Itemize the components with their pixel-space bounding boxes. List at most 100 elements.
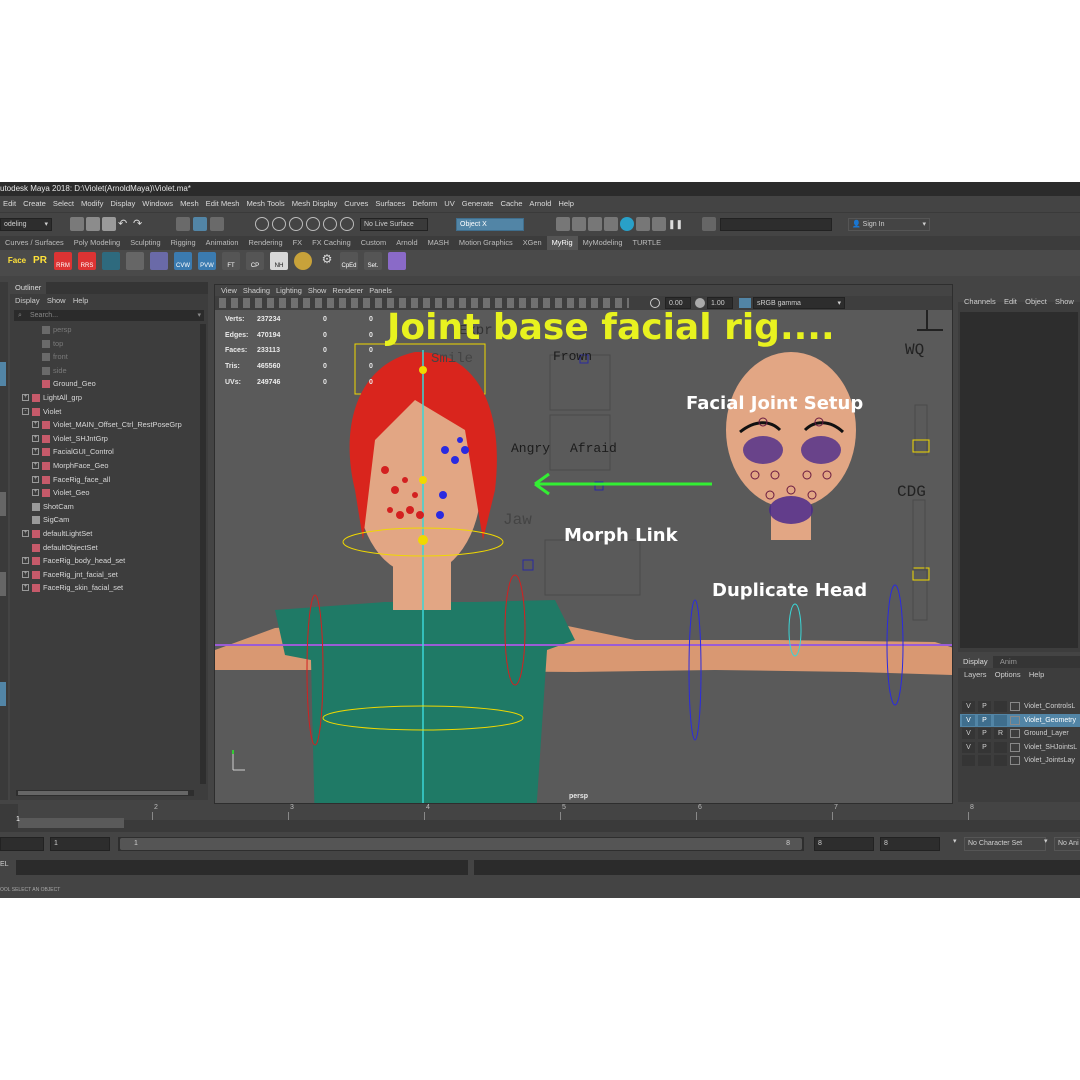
redo-icon[interactable]: ↷ [133, 217, 147, 231]
layer-r-toggle[interactable] [994, 755, 1007, 766]
shelf-tab-motion-graphics[interactable]: Motion Graphics [454, 236, 518, 250]
layers-menu-layers[interactable]: Layers [964, 670, 987, 679]
home-icon[interactable] [102, 252, 120, 270]
outliner-item[interactable]: top [10, 337, 208, 351]
playback-end-field[interactable]: 8 [814, 837, 874, 851]
rrm-shelf-button[interactable]: RRM [54, 252, 72, 270]
channels-menu-object[interactable]: Object [1025, 297, 1047, 306]
layers-menu-help[interactable]: Help [1029, 670, 1044, 679]
shelf-tab-custom[interactable]: Custom [356, 236, 391, 250]
layout-preset-icon[interactable] [0, 572, 6, 596]
shelf-tab-curves-surfaces[interactable]: Curves / Surfaces [0, 236, 69, 250]
outliner-item[interactable]: + defaultLightSet [10, 527, 208, 541]
expand-icon[interactable]: + [22, 393, 29, 401]
chevron-down-icon[interactable]: ▾ [1044, 837, 1048, 845]
expand-icon[interactable]: + [22, 570, 29, 578]
pr-shelf-button[interactable]: PR [30, 252, 50, 270]
paint-weights-icon[interactable] [388, 252, 406, 270]
layer-row[interactable]: V P Violet_ControlsL [960, 700, 1080, 714]
outliner-item[interactable]: + FaceRig_jnt_facial_set [10, 568, 208, 582]
anim-layer-dropdown[interactable]: No Ani [1054, 837, 1080, 851]
expand-icon[interactable]: + [32, 489, 39, 497]
outliner-item[interactable]: ShotCam [10, 500, 208, 514]
expand-icon[interactable]: + [32, 421, 39, 429]
expand-icon[interactable]: + [22, 584, 29, 592]
sign-in-button[interactable]: 👤 Sign In ▾ [848, 218, 930, 231]
snap-view-icon[interactable] [306, 217, 320, 231]
select-hierarchy-icon[interactable] [176, 217, 190, 231]
shelf-tab-sculpting[interactable]: Sculpting [125, 236, 165, 250]
current-frame-marker[interactable] [18, 818, 124, 828]
layer-color-swatch[interactable] [1010, 702, 1020, 711]
viewport-menu-shading[interactable]: Shading [243, 286, 270, 295]
dev-tools-icon[interactable]: ⚙ [318, 252, 336, 270]
layer-color-swatch[interactable] [1010, 715, 1020, 725]
layers-menu-options[interactable]: Options [995, 670, 1021, 679]
cp-shelf-button[interactable]: CP [246, 252, 264, 270]
tab-outliner[interactable]: Outliner [10, 282, 47, 294]
layer-r-toggle[interactable]: R [994, 728, 1007, 739]
menu-uv[interactable]: UV [444, 196, 455, 212]
outliner-search-input[interactable]: ⌕ Search... ▾ [14, 310, 204, 321]
outliner-item[interactable]: Ground_Geo [10, 377, 208, 391]
rrs-shelf-button[interactable]: RRS [78, 252, 96, 270]
new-scene-icon[interactable] [70, 217, 84, 231]
layer-v-toggle[interactable] [962, 755, 975, 766]
viewport-menu-renderer[interactable]: Renderer [332, 286, 363, 295]
outliner-item[interactable]: + MorphFace_Geo [10, 459, 208, 473]
open-scene-icon[interactable] [86, 217, 100, 231]
ft-shelf-button[interactable]: FT [222, 252, 240, 270]
layer-v-toggle[interactable]: V [962, 701, 975, 712]
object-name-field[interactable]: Object X [456, 218, 524, 231]
shelf-tab-turtle[interactable]: TURTLE [627, 236, 666, 250]
layer-r-toggle[interactable] [994, 701, 1007, 712]
blend-shape-icon[interactable] [150, 252, 168, 270]
viewport-persp[interactable]: View Shading Lighting Show Renderer Panels 0.… [214, 284, 953, 804]
layer-p-toggle[interactable]: P [978, 701, 991, 712]
outliner-item[interactable]: + FacialGUI_Control [10, 445, 208, 459]
menu-mesh[interactable]: Mesh [180, 196, 199, 212]
scrollbar-thumb[interactable] [18, 791, 188, 795]
shelf-tab-fx-caching[interactable]: FX Caching [307, 236, 356, 250]
layer-color-swatch[interactable] [1010, 729, 1020, 738]
layer-r-toggle[interactable] [994, 741, 1007, 753]
layer-row[interactable]: V P R Ground_Layer [960, 727, 1080, 741]
channels-menu-show[interactable]: Show [1055, 297, 1074, 306]
select-tool-icon[interactable] [0, 362, 6, 386]
outliner-item[interactable]: + Violet_SHJntGrp [10, 432, 208, 446]
layer-p-toggle[interactable] [978, 755, 991, 766]
outliner-item[interactable]: + FaceRig_face_all [10, 473, 208, 487]
render-settings-icon[interactable] [604, 217, 618, 231]
outliner-menu-display[interactable]: Display [15, 296, 40, 305]
menu-edit[interactable]: Edit [3, 196, 16, 212]
viewport-menu-view[interactable]: View [221, 286, 237, 295]
select-component-icon[interactable] [210, 217, 224, 231]
layer-row[interactable]: Violet_JointsLay [960, 754, 1080, 768]
menu-surfaces[interactable]: Surfaces [375, 196, 405, 212]
undo-icon[interactable]: ↶ [118, 217, 132, 231]
layer-r-toggle[interactable] [994, 714, 1007, 726]
set-shelf-button[interactable]: Set. [364, 252, 382, 270]
outliner-item[interactable]: + Violet_MAIN_Offset_Ctrl_RestPoseGrp [10, 418, 208, 432]
shelf-tab-poly-modeling[interactable]: Poly Modeling [69, 236, 125, 250]
chevron-down-icon[interactable]: ▾ [953, 837, 957, 845]
layer-p-toggle[interactable]: P [978, 728, 991, 739]
horizontal-scrollbar[interactable] [16, 790, 194, 796]
pause-icon[interactable]: ❚❚ [668, 217, 683, 231]
menu-modify[interactable]: Modify [81, 196, 103, 212]
outliner-item[interactable]: + FaceRig_skin_facial_set [10, 581, 208, 595]
layout-preset-icon[interactable] [0, 682, 6, 706]
vertical-scrollbar[interactable] [200, 324, 206, 784]
outliner-menu-help[interactable]: Help [73, 296, 88, 305]
shelf-tab-mash[interactable]: MASH [423, 236, 454, 250]
time-slider[interactable]: 2 3 4 5 6 7 8 1 [0, 804, 1080, 832]
outliner-item[interactable]: defaultObjectSet [10, 541, 208, 555]
snap-surface-icon[interactable] [323, 217, 337, 231]
tab-anim[interactable]: Anim [995, 656, 1022, 668]
expand-icon[interactable]: + [32, 461, 39, 469]
layer-p-toggle[interactable]: P [978, 741, 991, 753]
joint-tool-icon[interactable] [126, 252, 144, 270]
nh-shelf-button[interactable]: NH [270, 252, 288, 270]
menu-windows[interactable]: Windows [142, 196, 173, 212]
search-help-field[interactable] [720, 218, 832, 231]
